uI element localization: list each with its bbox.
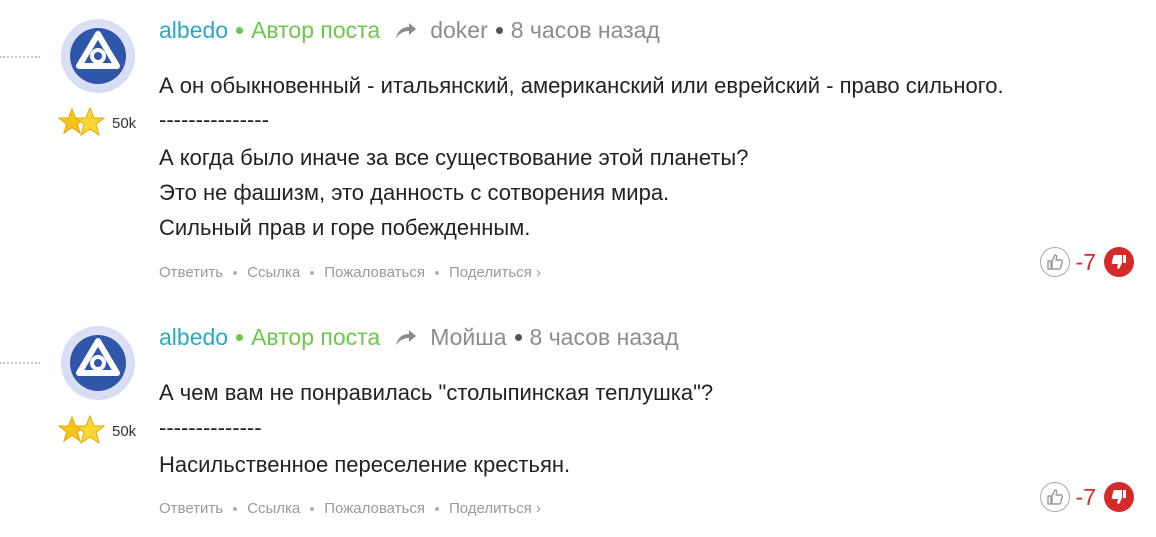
share-button[interactable]: Поделиться › — [449, 500, 541, 517]
thread-indent-line — [0, 56, 40, 60]
thumbs-up-icon — [1046, 489, 1063, 505]
vote-widget: -7 — [1039, 247, 1134, 277]
comment-text-line: А он обыкновенный - итальянский, америка… — [159, 73, 1004, 98]
separator-dot — [233, 506, 238, 511]
reply-button[interactable]: Ответить — [159, 500, 223, 517]
avatar[interactable] — [61, 19, 135, 93]
comment-text-line: А чем вам не понравилась "столыпинская т… — [159, 380, 714, 405]
op-badge: Автор поста — [251, 324, 381, 350]
separator-dot — [233, 270, 238, 275]
comment-text-line: -------------- — [159, 415, 262, 440]
comment-score: -7 — [1075, 248, 1096, 275]
op-badge: Автор поста — [251, 17, 381, 43]
separator-dot — [434, 506, 439, 511]
comment-score: -7 — [1075, 483, 1096, 510]
comment-actions: Ответить Ссылка Пожаловаться Поделиться … — [159, 264, 541, 281]
comment-time[interactable]: 8 часов назад — [530, 324, 679, 351]
downvote-button[interactable] — [1104, 482, 1134, 512]
karma-count: 50k — [112, 422, 137, 440]
comment-time[interactable]: 8 часов назад — [511, 17, 660, 44]
thumbs-up-icon — [1046, 254, 1063, 270]
comment-header: albedo Автор поста doker 8 часов назад — [159, 17, 660, 44]
link-button[interactable]: Ссылка — [247, 500, 300, 517]
comment-text-line: А когда было иначе за все существование … — [159, 145, 749, 170]
reply-arrow-icon — [396, 22, 417, 38]
stars-icon — [58, 106, 106, 137]
atom-logo-icon — [70, 28, 126, 84]
thumbs-down-icon — [1111, 255, 1126, 269]
stars-icon — [58, 414, 106, 445]
report-button[interactable]: Пожаловаться — [324, 264, 425, 281]
comment-actions: Ответить Ссылка Пожаловаться Поделиться … — [159, 500, 541, 517]
reply-to-link[interactable]: doker — [430, 17, 488, 44]
separator-dot — [434, 270, 439, 275]
thread-indent-line — [0, 362, 40, 366]
separator-dot — [495, 27, 503, 34]
upvote-button[interactable] — [1039, 482, 1070, 512]
comment-text-line: Это не фашизм, это данность с сотворения… — [159, 180, 670, 205]
atom-logo-icon — [70, 335, 126, 391]
author-link[interactable]: albedo — [159, 324, 228, 351]
thumbs-down-icon — [1111, 490, 1126, 504]
user-rating: 50k — [58, 413, 136, 447]
reply-arrow-icon — [396, 329, 417, 345]
link-button[interactable]: Ссылка — [247, 264, 300, 281]
downvote-button[interactable] — [1104, 247, 1134, 277]
separator-dot — [310, 506, 315, 511]
comment-header: albedo Автор поста Мойша 8 часов назад — [159, 324, 679, 351]
comment-text-line: Сильный прав и горе побежденным. — [159, 215, 531, 240]
comment-text-line: Насильственное переселение крестьян. — [159, 452, 571, 477]
reply-to-link[interactable]: Мойша — [430, 324, 506, 351]
separator-dot — [514, 334, 522, 341]
vote-widget: -7 — [1039, 482, 1134, 512]
separator-dot — [236, 334, 244, 341]
separator-dot — [236, 27, 244, 34]
reply-button[interactable]: Ответить — [159, 264, 223, 281]
report-button[interactable]: Пожаловаться — [324, 500, 425, 517]
avatar[interactable] — [61, 326, 135, 400]
separator-dot — [310, 270, 315, 275]
karma-count: 50k — [112, 114, 137, 132]
author-link[interactable]: albedo — [159, 17, 228, 44]
user-rating: 50k — [58, 105, 136, 139]
share-button[interactable]: Поделиться › — [449, 264, 541, 281]
upvote-button[interactable] — [1039, 247, 1070, 277]
comment-text-line: --------------- — [159, 107, 269, 132]
